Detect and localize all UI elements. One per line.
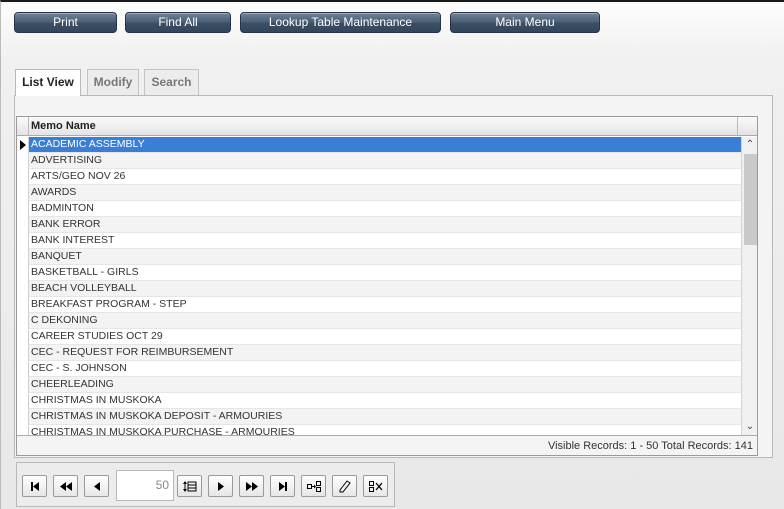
row-selector[interactable] bbox=[17, 409, 29, 425]
memo-name-cell: BANK INTEREST bbox=[31, 234, 115, 246]
scroll-down-icon[interactable]: ⌄ bbox=[742, 419, 757, 435]
memo-name-cell: BREAKFAST PROGRAM - STEP bbox=[31, 298, 187, 310]
row-selector[interactable] bbox=[17, 217, 29, 233]
main-menu-button[interactable]: Main Menu bbox=[450, 12, 600, 33]
grid-rows: ACADEMIC ASSEMBLY ADVERTISING ARTS/GEO NOV… bbox=[17, 137, 741, 435]
row-selector[interactable] bbox=[17, 377, 29, 393]
next-page-button[interactable] bbox=[239, 475, 264, 497]
table-row[interactable]: CEC - S. JOHNSON bbox=[17, 361, 741, 377]
next-record-icon bbox=[218, 482, 224, 491]
next-page-icon bbox=[246, 482, 258, 491]
page-size-input[interactable]: 50 bbox=[116, 470, 174, 501]
current-row-arrow-icon bbox=[20, 140, 26, 150]
next-record-button[interactable] bbox=[208, 475, 233, 497]
first-record-button[interactable] bbox=[22, 475, 47, 497]
memo-name-cell: BASKETBALL - GIRLS bbox=[31, 266, 139, 278]
row-selector[interactable] bbox=[17, 425, 29, 435]
memo-name-cell: CHRISTMAS IN MUSKOKA DEPOSIT - ARMOURIES bbox=[31, 410, 283, 422]
tab-modify[interactable]: Modify bbox=[87, 69, 139, 95]
table-row[interactable]: ARTS/GEO NOV 26 bbox=[17, 169, 741, 185]
row-selector[interactable] bbox=[17, 393, 29, 409]
memo-name-cell: ADVERTISING bbox=[31, 154, 102, 166]
row-selector[interactable] bbox=[17, 313, 29, 329]
print-button[interactable]: Print bbox=[14, 12, 117, 33]
edit-icon bbox=[339, 480, 351, 493]
last-record-button[interactable] bbox=[270, 475, 295, 497]
page-size-icon bbox=[183, 481, 197, 492]
scroll-thumb[interactable] bbox=[744, 154, 757, 245]
table-row[interactable]: CHRISTMAS IN MUSKOKA bbox=[17, 393, 741, 409]
row-selector[interactable] bbox=[17, 201, 29, 217]
row-selector[interactable] bbox=[17, 153, 29, 169]
memo-name-cell: CHEERLEADING bbox=[31, 378, 114, 390]
first-record-icon bbox=[31, 482, 39, 491]
vertical-scrollbar[interactable]: ⌃ ⌄ bbox=[741, 137, 757, 435]
table-row[interactable]: CAREER STUDIES OCT 29 bbox=[17, 329, 741, 345]
row-selector-header bbox=[17, 117, 29, 136]
previous-record-icon bbox=[94, 482, 100, 491]
row-selector[interactable] bbox=[17, 361, 29, 377]
delete-icon bbox=[369, 481, 383, 492]
memo-name-cell: AWARDS bbox=[31, 186, 77, 198]
go-to-record-icon bbox=[307, 481, 321, 492]
memo-name-cell: ARTS/GEO NOV 26 bbox=[31, 170, 126, 182]
find-all-button[interactable]: Find All bbox=[125, 12, 231, 33]
record-status: Visible Records: 1 - 50 Total Records: 1… bbox=[17, 435, 757, 455]
memo-name-cell: C DEKONING bbox=[31, 314, 98, 326]
scroll-up-icon[interactable]: ⌃ bbox=[742, 137, 757, 153]
table-row[interactable]: BANQUET bbox=[17, 249, 741, 265]
memo-name-cell: BANQUET bbox=[31, 250, 82, 262]
table-row[interactable]: BASKETBALL - GIRLS bbox=[17, 265, 741, 281]
table-row[interactable]: BEACH VOLLEYBALL bbox=[17, 281, 741, 297]
go-to-record-button[interactable] bbox=[301, 475, 326, 497]
row-selector[interactable] bbox=[17, 297, 29, 313]
last-record-icon bbox=[279, 482, 287, 491]
table-row[interactable]: CEC - REQUEST FOR REIMBURSEMENT bbox=[17, 345, 741, 361]
row-selector[interactable] bbox=[17, 345, 29, 361]
memo-name-cell: CAREER STUDIES OCT 29 bbox=[31, 330, 163, 342]
previous-record-button[interactable] bbox=[84, 475, 109, 497]
memo-name-cell: CHRISTMAS IN MUSKOKA bbox=[31, 394, 162, 406]
previous-page-icon bbox=[60, 482, 72, 491]
memo-name-cell: CEC - REQUEST FOR REIMBURSEMENT bbox=[31, 346, 234, 358]
table-row[interactable]: BANK ERROR bbox=[17, 217, 741, 233]
row-selector[interactable] bbox=[17, 233, 29, 249]
row-selector[interactable] bbox=[17, 137, 29, 153]
table-row[interactable]: BANK INTEREST bbox=[17, 233, 741, 249]
memo-name-cell: BADMINTON bbox=[31, 202, 94, 214]
edit-button[interactable] bbox=[332, 475, 357, 497]
memo-name-cell: CEC - S. JOHNSON bbox=[31, 362, 127, 374]
memo-grid: Memo Name ACADEMIC ASSEMBLY ADVERTISING AR… bbox=[16, 116, 758, 456]
memo-name-cell: BANK ERROR bbox=[31, 218, 101, 230]
table-row[interactable]: C DEKONING bbox=[17, 313, 741, 329]
table-row[interactable]: CHEERLEADING bbox=[17, 377, 741, 393]
tab-list-view[interactable]: List View bbox=[15, 69, 81, 96]
column-header-memo-name[interactable]: Memo Name bbox=[31, 117, 96, 136]
table-row[interactable]: ACADEMIC ASSEMBLY bbox=[17, 137, 741, 153]
table-row[interactable]: AWARDS bbox=[17, 185, 741, 201]
table-row[interactable]: ADVERTISING bbox=[17, 153, 741, 169]
row-selector[interactable] bbox=[17, 249, 29, 265]
table-row[interactable]: BREAKFAST PROGRAM - STEP bbox=[17, 297, 741, 313]
row-selector[interactable] bbox=[17, 281, 29, 297]
row-selector[interactable] bbox=[17, 329, 29, 345]
header-end-cell bbox=[737, 117, 757, 136]
table-row[interactable]: CHRISTMAS IN MUSKOKA DEPOSIT - ARMOURIES bbox=[17, 409, 741, 425]
row-selector[interactable] bbox=[17, 185, 29, 201]
grid-header: Memo Name bbox=[17, 117, 757, 136]
memo-name-cell: CHRISTMAS IN MUSKOKA PURCHASE - ARMOURIE… bbox=[31, 426, 295, 435]
memo-name-cell: BEACH VOLLEYBALL bbox=[31, 282, 137, 294]
table-row[interactable]: CHRISTMAS IN MUSKOKA PURCHASE - ARMOURIE… bbox=[17, 425, 741, 435]
record-navigator: 50 bbox=[16, 462, 395, 507]
tab-search[interactable]: Search bbox=[144, 69, 199, 95]
delete-button[interactable] bbox=[363, 475, 388, 497]
lookup-table-maintenance-button[interactable]: Lookup Table Maintenance bbox=[240, 12, 441, 33]
memo-name-cell: ACADEMIC ASSEMBLY bbox=[31, 138, 145, 150]
page-size-button[interactable] bbox=[177, 475, 202, 497]
table-row[interactable]: BADMINTON bbox=[17, 201, 741, 217]
previous-page-button[interactable] bbox=[53, 475, 78, 497]
row-selector[interactable] bbox=[17, 169, 29, 185]
row-selector[interactable] bbox=[17, 265, 29, 281]
